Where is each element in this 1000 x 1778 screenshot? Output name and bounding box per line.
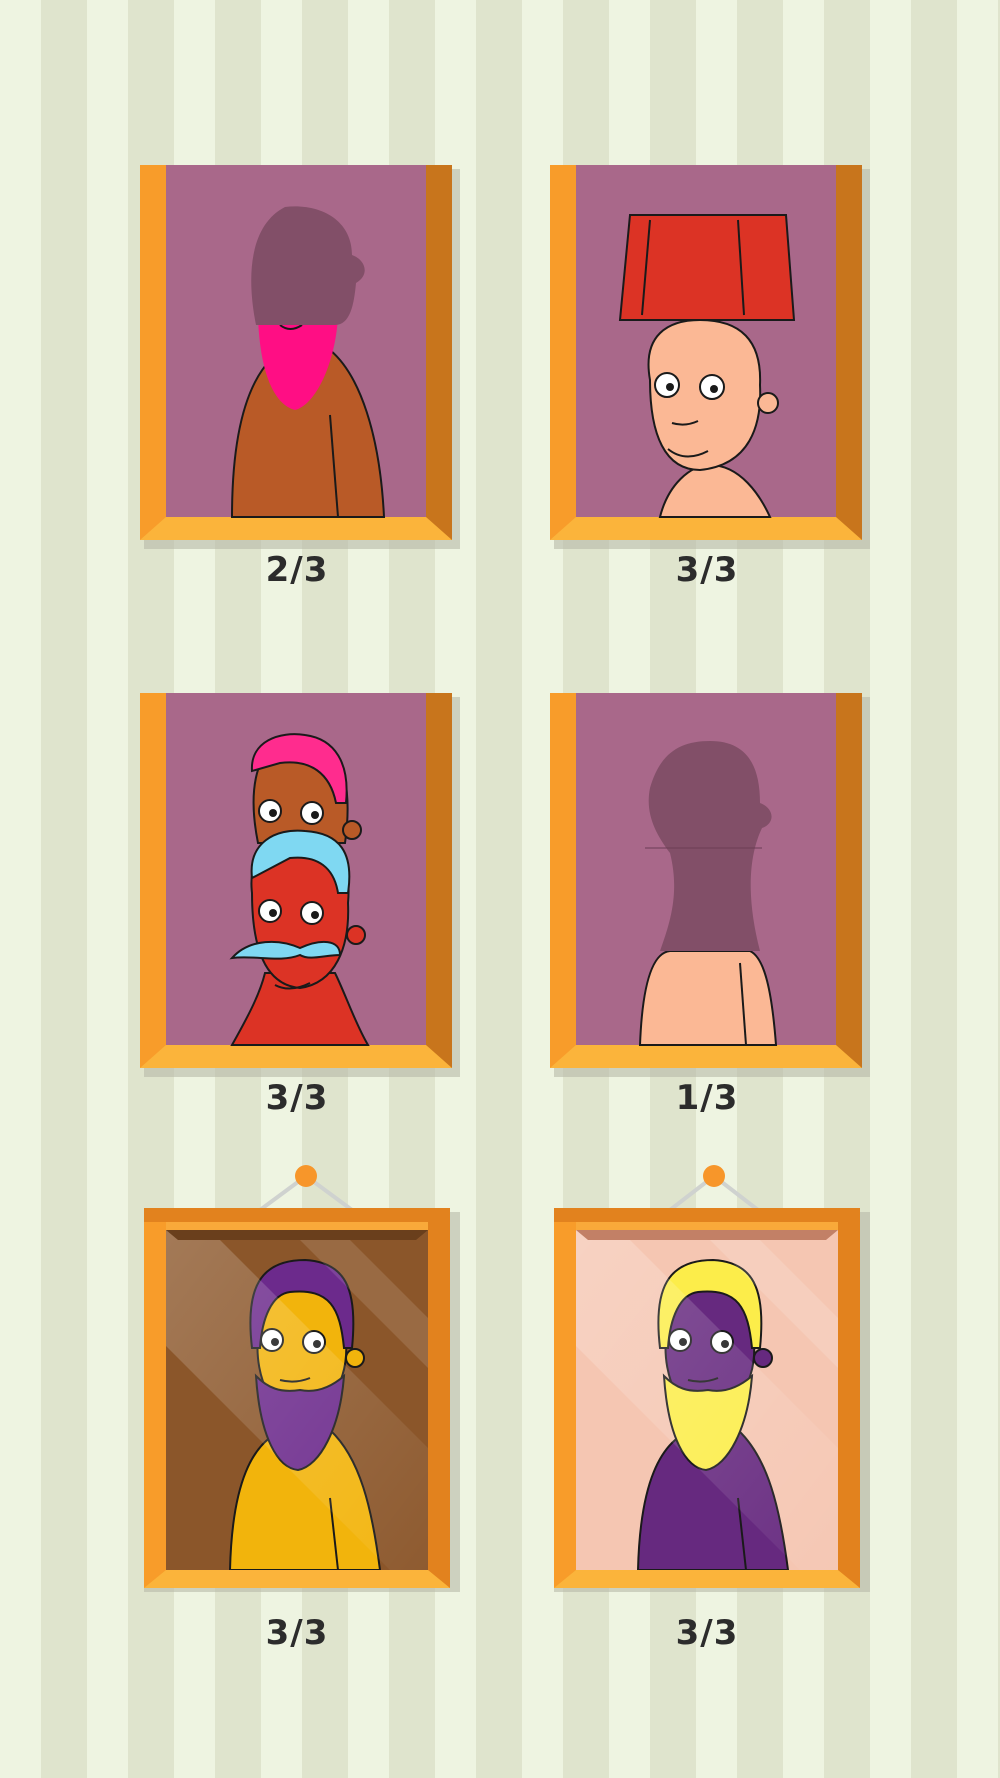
picture-frame-icon bbox=[144, 1165, 460, 1592]
hanger-pin-icon bbox=[668, 1165, 760, 1212]
progress-counter: 3/3 bbox=[265, 1613, 329, 1653]
portrait-slot-1[interactable]: 2/3 bbox=[140, 165, 460, 590]
portrait-slot-5[interactable]: 3/3 bbox=[140, 1165, 460, 1653]
picture-frame-icon bbox=[140, 165, 460, 549]
progress-counter: 3/3 bbox=[675, 1613, 739, 1653]
portrait-slot-4[interactable]: 1/3 bbox=[550, 693, 870, 1118]
portrait-slot-2[interactable]: 3/3 bbox=[550, 165, 870, 590]
picture-frame-icon bbox=[554, 1165, 870, 1592]
portrait-slot-3[interactable]: 3/3 bbox=[140, 693, 460, 1118]
portrait-slot-6[interactable]: 3/3 bbox=[550, 1165, 870, 1653]
progress-counter: 3/3 bbox=[265, 1078, 329, 1118]
progress-counter: 3/3 bbox=[675, 550, 739, 590]
progress-counter: 2/3 bbox=[265, 550, 329, 590]
portrait-gallery: 2/3 3/3 3/3 1/3 3/3 3/3 bbox=[0, 0, 1000, 1778]
progress-counter: 1/3 bbox=[675, 1078, 739, 1118]
picture-frame-icon bbox=[550, 165, 870, 549]
picture-frame-icon bbox=[550, 693, 870, 1077]
hanger-pin-icon bbox=[258, 1165, 354, 1212]
picture-frame-icon bbox=[140, 693, 460, 1077]
